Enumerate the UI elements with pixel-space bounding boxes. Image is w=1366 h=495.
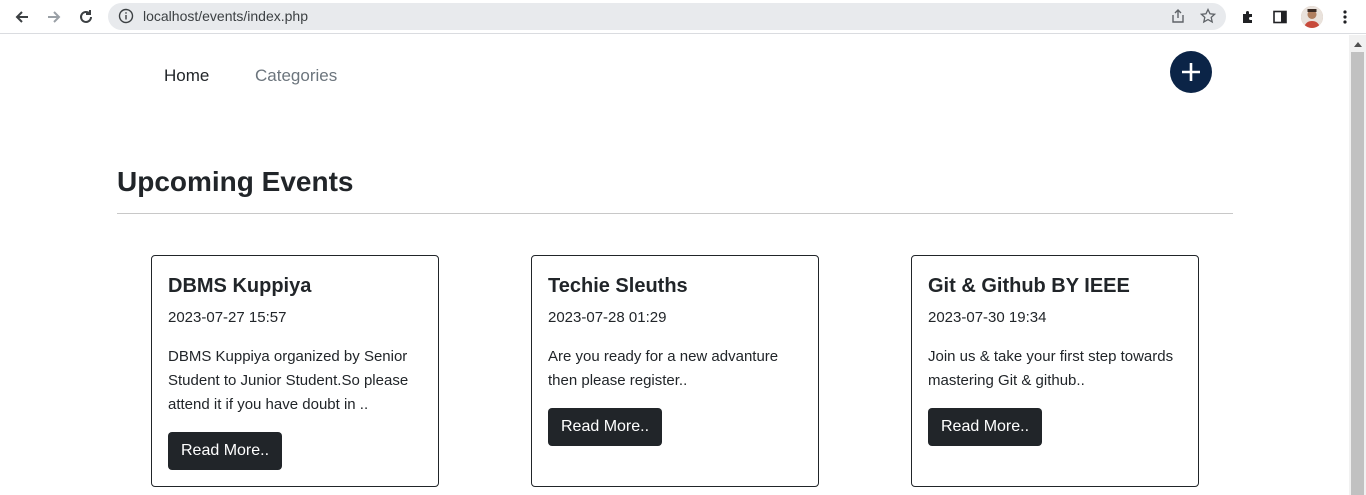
side-panel-icon[interactable] [1268,5,1292,29]
event-datetime: 2023-07-27 15:57 [168,309,287,326]
vertical-scrollbar[interactable] [1349,35,1366,495]
bookmark-star-icon[interactable] [1199,7,1217,29]
plus-icon [1182,63,1200,81]
nav-categories-link[interactable]: Categories [255,66,337,86]
event-description: Are you ready for a new advanture then p… [548,348,779,389]
forward-arrow-icon[interactable] [42,5,66,29]
event-description: Join us & take your first step towards m… [928,348,1174,389]
site-info-icon[interactable] [118,8,134,24]
read-more-button[interactable]: Read More.. [548,408,663,446]
add-event-button[interactable] [1170,51,1212,93]
nav-home-link[interactable]: Home [164,66,209,86]
read-more-button[interactable]: Read More.. [168,432,283,470]
scroll-up-arrow-icon[interactable] [1349,35,1366,52]
menu-kebab-icon[interactable] [1333,5,1357,29]
page-title: Upcoming Events [117,166,354,197]
extensions-icon[interactable] [1236,5,1260,29]
reload-icon[interactable] [74,5,98,29]
event-title: Git & Github BY IEEE [928,275,1130,297]
profile-avatar[interactable] [1301,6,1323,28]
event-title: Techie Sleuths [548,275,688,297]
event-datetime: 2023-07-30 19:34 [928,309,1047,326]
title-divider [117,213,1233,214]
event-card: DBMS Kuppiya 2023-07-27 15:57 DBMS Kuppi… [151,255,439,487]
address-bar[interactable]: localhost/events/index.php [108,3,1226,30]
event-title: DBMS Kuppiya [168,275,312,297]
event-datetime: 2023-07-28 01:29 [548,309,667,326]
browser-toolbar: localhost/events/index.php [0,0,1366,34]
url-text[interactable]: localhost/events/index.php [143,8,308,25]
event-card: Techie Sleuths 2023-07-28 01:29 Are you … [531,255,819,487]
back-arrow-icon[interactable] [10,5,34,29]
share-icon[interactable] [1170,8,1186,29]
read-more-button[interactable]: Read More.. [928,408,1043,446]
event-description: DBMS Kuppiya organized by Senior Student… [168,348,409,413]
event-card: Git & Github BY IEEE 2023-07-30 19:34 Jo… [911,255,1199,487]
scrollbar-thumb[interactable] [1351,52,1364,495]
